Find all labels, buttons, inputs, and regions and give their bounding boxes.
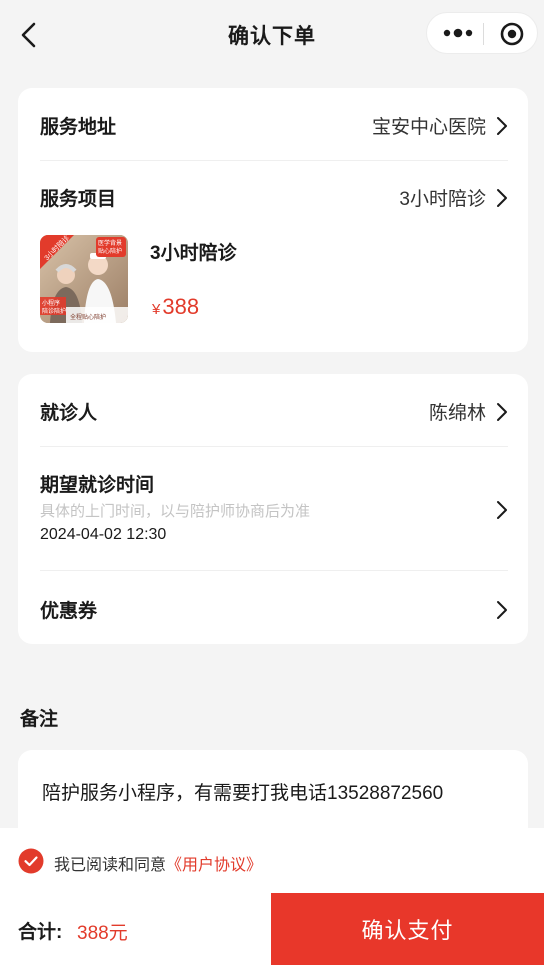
patient-label: 就诊人 <box>40 403 98 424</box>
chevron-right-icon <box>497 189 507 207</box>
more-icon[interactable] <box>441 21 475 45</box>
product-name: 3小时陪诊 <box>150 243 237 264</box>
service-address-label: 服务地址 <box>40 117 117 138</box>
remark-title: 备注 <box>20 709 59 730</box>
product-thumbnail: 3小时陪诊 医学背景 贴心陪护 小程序 陪诊陪护 全程贴心陪护 <box>40 235 128 323</box>
chevron-right-icon <box>497 601 507 619</box>
visit-time-value: 2024-04-02 12:30 <box>40 526 167 543</box>
thumb-label-text: 陪诊陪护 <box>42 309 67 315</box>
currency-symbol: ¥ <box>152 301 161 318</box>
product-price: ¥388 <box>152 294 199 320</box>
service-item-value: 3小时陪诊 <box>399 189 486 210</box>
remark-text: 陪护服务小程序，有需要打我电话13528872560 <box>42 783 444 804</box>
service-item-label: 服务项目 <box>40 189 117 210</box>
coupon-label: 优惠券 <box>40 601 98 622</box>
divider <box>40 570 508 571</box>
patient-value: 陈绵林 <box>428 403 486 424</box>
check-circle-icon[interactable] <box>18 848 44 874</box>
visit-time-row[interactable]: 期望就诊时间 具体的上门时间，以与陪护师协商后为准 2024-04-02 12:… <box>40 470 508 550</box>
thumb-caption-text: 全程贴心陪护 <box>70 315 107 321</box>
target-icon[interactable] <box>499 21 525 47</box>
service-address-value: 宝安中心医院 <box>371 117 486 138</box>
nav-bar: 确认下单 <box>0 0 544 68</box>
chevron-right-icon <box>497 403 507 421</box>
thumb-tag-text: 贴心陪护 <box>98 249 123 255</box>
visit-time-hint: 具体的上门时间，以与陪护师协商后为准 <box>40 503 311 520</box>
divider <box>40 160 508 161</box>
capsule-divider <box>483 23 484 45</box>
total-amount: 388元 <box>77 923 128 944</box>
price-value: 388 <box>162 294 200 319</box>
confirm-pay-button[interactable]: 确认支付 <box>271 893 544 965</box>
visit-time-label: 期望就诊时间 <box>40 475 155 496</box>
checkout-bar: 我已阅读和同意《用户协议》 合计: 388元 确认支付 <box>0 828 544 965</box>
service-card: 服务地址 宝安中心医院 服务项目 3小时陪诊 3小时陪诊 医学背景 贴心陪护 小… <box>18 88 528 352</box>
patient-row[interactable]: 就诊人 陈绵林 <box>40 398 508 424</box>
coupon-row[interactable]: 优惠券 <box>40 596 508 622</box>
chevron-right-icon <box>497 501 507 519</box>
user-agreement-link[interactable]: 《用户协议》 <box>166 857 262 874</box>
patient-card: 就诊人 陈绵林 期望就诊时间 具体的上门时间，以与陪护师协商后为准 2024-0… <box>18 374 528 644</box>
agreement-text: 我已阅读和同意《用户协议》 <box>54 851 262 875</box>
divider <box>40 446 508 447</box>
chevron-right-icon <box>497 117 507 135</box>
mini-program-capsule <box>426 12 538 54</box>
service-item-row[interactable]: 服务项目 3小时陪诊 <box>40 184 508 210</box>
agreement-prefix: 我已阅读和同意 <box>54 857 167 874</box>
service-address-row[interactable]: 服务地址 宝安中心医院 <box>40 112 508 138</box>
total-label: 合计: <box>18 922 63 943</box>
